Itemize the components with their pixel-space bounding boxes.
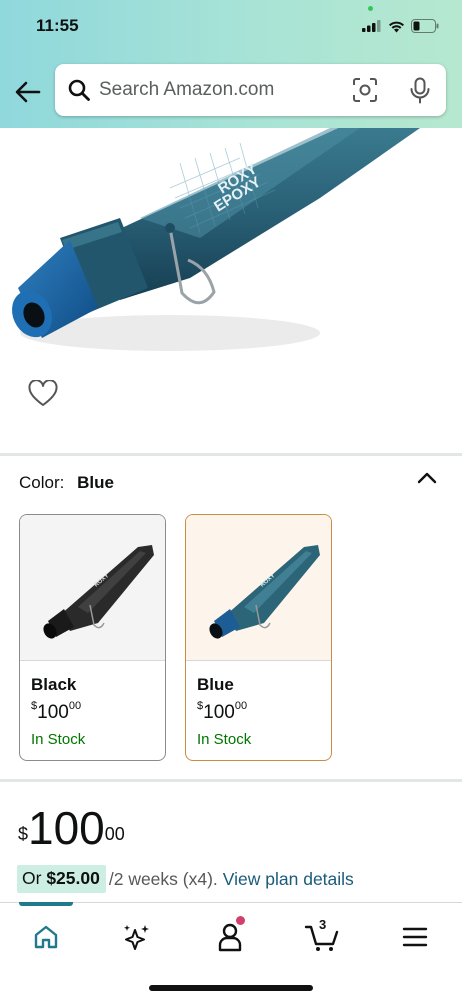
price-whole: 100 [28, 802, 105, 854]
color-option-price: $10000 [197, 700, 248, 723]
stock-status: In Stock [31, 731, 86, 748]
product-price: $10000 [18, 802, 125, 854]
top-header: 11:55 [0, 0, 462, 128]
color-label: Color: [19, 473, 65, 492]
nav-menu[interactable] [397, 919, 433, 955]
sparkle-icon [124, 925, 149, 950]
signal-icon [362, 20, 381, 32]
color-option-price: $10000 [31, 700, 82, 723]
wifi-icon [389, 21, 404, 32]
account-icon [218, 923, 242, 952]
view-plan-details-link[interactable]: View plan details [223, 869, 354, 890]
color-option-black[interactable]: ROXY Black $10000 In Stock [19, 514, 166, 761]
battery-icon [411, 19, 439, 33]
price-cents: 00 [104, 824, 125, 844]
color-selector-heading: Color: Blue [19, 473, 114, 493]
color-option-image: ROXY [186, 515, 331, 661]
installment-highlight: Or $25.00 [17, 865, 106, 893]
stock-status: In Stock [197, 731, 252, 748]
price-currency: $ [18, 824, 29, 844]
home-icon [34, 925, 58, 949]
cart-count: 3 [319, 917, 327, 932]
search-bar[interactable] [55, 64, 446, 116]
status-icons [362, 18, 439, 34]
nav-account[interactable] [212, 916, 248, 955]
color-option-image: ROXY [20, 515, 165, 661]
heat-gun-thumbnail: ROXY [209, 545, 320, 639]
active-tab-indicator [19, 902, 73, 906]
product-image[interactable]: ROXY EPOXY [0, 128, 462, 368]
color-option-name: Blue [197, 675, 234, 694]
nav-cart[interactable]: 3 [304, 917, 340, 955]
menu-icon [402, 927, 428, 947]
notification-dot [236, 916, 245, 925]
nav-home[interactable] [28, 919, 64, 955]
color-option-blue[interactable]: ROXY Blue $10000 In Stock [185, 514, 332, 761]
color-option-name: Black [31, 675, 77, 694]
heart-icon[interactable] [28, 380, 58, 408]
home-indicator [149, 985, 313, 991]
section-divider [0, 453, 462, 456]
nav-sparkle[interactable] [119, 919, 155, 955]
section-divider [0, 779, 462, 782]
heat-gun-thumbnail: ROXY [43, 545, 154, 639]
privacy-dot [368, 6, 373, 11]
search-input[interactable] [99, 64, 349, 116]
installment-plan: Or $25.00 /2 weeks (x4). View plan detai… [17, 865, 354, 893]
chevron-up-icon[interactable] [416, 468, 438, 488]
selected-color: Blue [77, 473, 114, 492]
installment-amount: $25.00 [46, 868, 100, 888]
back-arrow-icon[interactable] [12, 76, 44, 108]
microphone-icon[interactable] [409, 77, 431, 105]
search-icon [68, 79, 90, 101]
status-time: 11:55 [36, 16, 79, 35]
bottom-navigation: 3 [0, 902, 462, 1000]
installment-period: /2 weeks (x4). [108, 868, 218, 889]
heat-gun-illustration: ROXY EPOXY [12, 128, 420, 351]
camera-scan-icon[interactable] [352, 77, 378, 103]
